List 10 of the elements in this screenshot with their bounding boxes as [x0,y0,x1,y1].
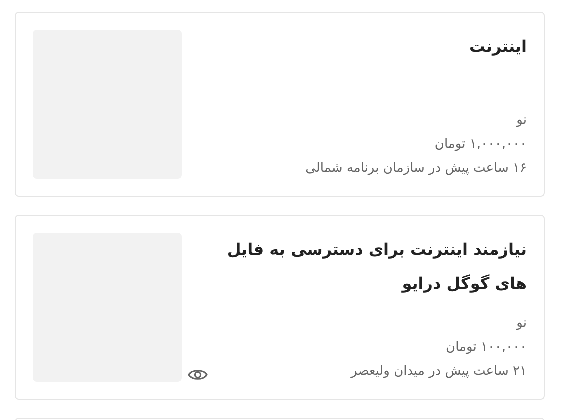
listing-condition: نو [515,112,527,130]
listing-price: ۱۰۰,۰۰۰ تومان [445,339,527,357]
listing-title: نیازمند اینترنت برای دسترسی به فایل های گوگل درایو [226,239,527,295]
listing-meta: ۱۶ ساعت پیش در سازمان برنامه شمالی [304,160,527,178]
listing-condition: نو [515,315,527,333]
listing-card[interactable]: نیازمند اینترنت برای دسترسی به فایل های گوگل درایو نو ۱۰۰,۰۰۰ تومان ۲۱ ساعت پیش در میدان ولیعصر [15,215,545,400]
listing-price: ۱,۰۰۰,۰۰۰ تومان [434,136,527,154]
listing-card[interactable]: اینترنت نو ۱,۰۰۰,۰۰۰ تومان ۱۶ ساعت پیش در سازمان برنامه شمالی [15,12,545,197]
listing-meta: ۲۱ ساعت پیش در میدان ولیعصر [350,363,527,381]
listing-title: اینترنت [468,36,527,58]
